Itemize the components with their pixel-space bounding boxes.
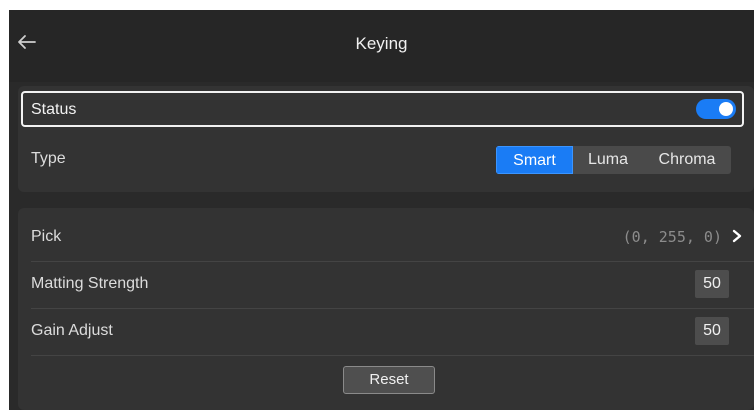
chevron-right-icon[interactable]	[730, 226, 744, 246]
type-option-luma[interactable]: Luma	[573, 146, 643, 174]
panel-header: Keying	[9, 10, 754, 82]
type-segmented-control: Smart Luma Chroma	[496, 146, 731, 174]
page-title: Keying	[355, 34, 408, 53]
gain-adjust-input[interactable]: 50	[695, 317, 729, 345]
divider	[31, 355, 754, 356]
status-toggle[interactable]	[696, 99, 736, 119]
keying-panel: Keying Status Type Smart Luma Chroma Pic…	[9, 10, 754, 410]
pick-color-value[interactable]: (0, 255, 0)	[623, 228, 722, 246]
divider	[31, 308, 754, 309]
status-label: Status	[31, 101, 77, 118]
pick-label: Pick	[31, 228, 62, 245]
gain-adjust-label: Gain Adjust	[31, 322, 113, 339]
type-option-smart[interactable]: Smart	[496, 146, 573, 174]
reset-button[interactable]: Reset	[343, 366, 435, 394]
matting-strength-input[interactable]: 50	[695, 270, 729, 298]
status-row[interactable]: Status	[21, 91, 744, 127]
divider	[31, 261, 754, 262]
matting-strength-label: Matting Strength	[31, 275, 149, 292]
type-label: Type	[31, 150, 66, 167]
type-option-chroma[interactable]: Chroma	[643, 146, 731, 174]
toggle-knob	[719, 102, 733, 116]
